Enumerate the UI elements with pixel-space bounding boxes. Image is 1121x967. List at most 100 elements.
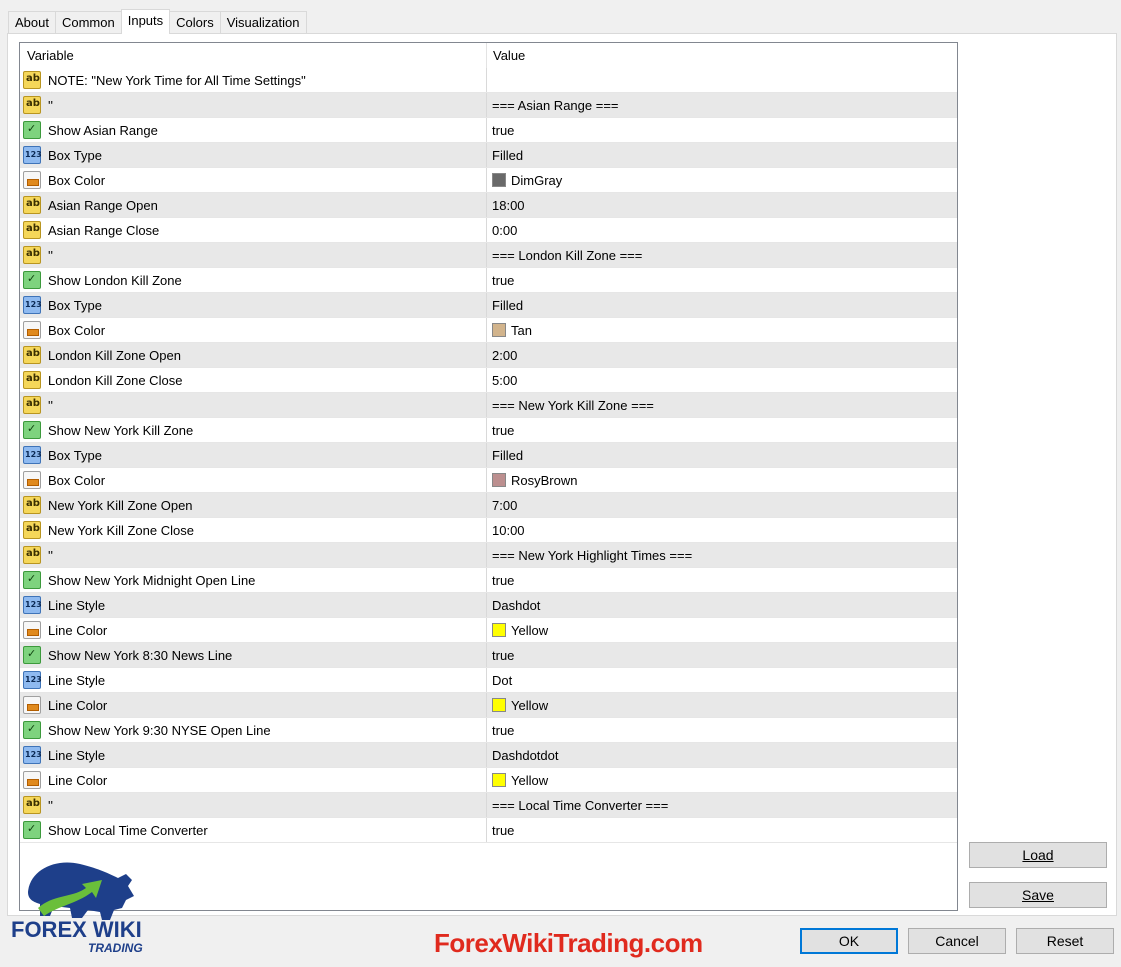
- table-row[interactable]: Box Color DimGray: [20, 168, 957, 193]
- table-row[interactable]: Show Asian Range true: [20, 118, 957, 143]
- table-row[interactable]: Line Color Yellow: [20, 693, 957, 718]
- table-row[interactable]: '' === New York Kill Zone ===: [20, 393, 957, 418]
- value-cell[interactable]: Filled: [487, 293, 957, 317]
- column-header-variable[interactable]: Variable: [20, 43, 487, 68]
- value-cell[interactable]: === Local Time Converter ===: [487, 793, 957, 817]
- value-cell[interactable]: Dashdot: [487, 593, 957, 617]
- table-row[interactable]: Box Color RosyBrown: [20, 468, 957, 493]
- variable-cell[interactable]: Line Color: [20, 768, 487, 792]
- variable-cell[interactable]: '': [20, 243, 487, 267]
- variable-cell[interactable]: Asian Range Close: [20, 218, 487, 242]
- table-row[interactable]: Show New York 8:30 News Line true: [20, 643, 957, 668]
- ok-button[interactable]: OK: [800, 928, 898, 954]
- tab-common[interactable]: Common: [54, 11, 122, 33]
- table-row[interactable]: Show London Kill Zone true: [20, 268, 957, 293]
- table-row[interactable]: London Kill Zone Close 5:00: [20, 368, 957, 393]
- variable-cell[interactable]: Box Type: [20, 293, 487, 317]
- table-row[interactable]: Line Color Yellow: [20, 768, 957, 793]
- variable-cell[interactable]: Show Local Time Converter: [20, 818, 487, 842]
- variable-cell[interactable]: Show New York Midnight Open Line: [20, 568, 487, 592]
- variable-cell[interactable]: Show London Kill Zone: [20, 268, 487, 292]
- variable-cell[interactable]: '': [20, 393, 487, 417]
- table-row[interactable]: Box Type Filled: [20, 443, 957, 468]
- value-cell[interactable]: Filled: [487, 143, 957, 167]
- table-row[interactable]: Line Color Yellow: [20, 618, 957, 643]
- table-row[interactable]: London Kill Zone Open 2:00: [20, 343, 957, 368]
- table-row[interactable]: Box Color Tan: [20, 318, 957, 343]
- value-cell[interactable]: true: [487, 268, 957, 292]
- value-cell[interactable]: true: [487, 643, 957, 667]
- table-row[interactable]: Show New York Kill Zone true: [20, 418, 957, 443]
- table-row[interactable]: Line Style Dot: [20, 668, 957, 693]
- value-cell[interactable]: Filled: [487, 443, 957, 467]
- value-cell[interactable]: true: [487, 568, 957, 592]
- variable-cell[interactable]: Line Style: [20, 743, 487, 767]
- value-cell[interactable]: 10:00: [487, 518, 957, 542]
- table-row[interactable]: '' === London Kill Zone ===: [20, 243, 957, 268]
- table-row[interactable]: NOTE: "New York Time for All Time Settin…: [20, 68, 957, 93]
- table-row[interactable]: '' === New York Highlight Times ===: [20, 543, 957, 568]
- value-cell[interactable]: RosyBrown: [487, 468, 957, 492]
- variable-cell[interactable]: Asian Range Open: [20, 193, 487, 217]
- variable-cell[interactable]: Box Type: [20, 443, 487, 467]
- variable-cell[interactable]: Line Style: [20, 593, 487, 617]
- value-cell[interactable]: true: [487, 118, 957, 142]
- value-cell[interactable]: true: [487, 818, 957, 842]
- variable-cell[interactable]: New York Kill Zone Open: [20, 493, 487, 517]
- variable-cell[interactable]: London Kill Zone Open: [20, 343, 487, 367]
- load-button[interactable]: Load: [969, 842, 1107, 868]
- value-cell[interactable]: 18:00: [487, 193, 957, 217]
- value-cell[interactable]: === New York Highlight Times ===: [487, 543, 957, 567]
- value-cell[interactable]: Dot: [487, 668, 957, 692]
- variable-cell[interactable]: Box Type: [20, 143, 487, 167]
- tab-colors[interactable]: Colors: [169, 11, 221, 33]
- value-cell[interactable]: === Asian Range ===: [487, 93, 957, 117]
- table-row[interactable]: New York Kill Zone Open 7:00: [20, 493, 957, 518]
- value-cell[interactable]: 5:00: [487, 368, 957, 392]
- table-row[interactable]: Box Type Filled: [20, 143, 957, 168]
- reset-button[interactable]: Reset: [1016, 928, 1114, 954]
- value-cell[interactable]: true: [487, 418, 957, 442]
- table-row[interactable]: Line Style Dashdot: [20, 593, 957, 618]
- cancel-button[interactable]: Cancel: [908, 928, 1006, 954]
- value-cell[interactable]: === London Kill Zone ===: [487, 243, 957, 267]
- save-button[interactable]: Save: [969, 882, 1107, 908]
- table-row[interactable]: Line Style Dashdotdot: [20, 743, 957, 768]
- table-row[interactable]: Show New York Midnight Open Line true: [20, 568, 957, 593]
- table-row[interactable]: Asian Range Open 18:00: [20, 193, 957, 218]
- variable-cell[interactable]: Show New York 8:30 News Line: [20, 643, 487, 667]
- value-cell[interactable]: Yellow: [487, 693, 957, 717]
- tab-about[interactable]: About: [8, 11, 56, 33]
- table-row[interactable]: Show Local Time Converter true: [20, 818, 957, 843]
- table-row[interactable]: Box Type Filled: [20, 293, 957, 318]
- variable-cell[interactable]: London Kill Zone Close: [20, 368, 487, 392]
- variable-cell[interactable]: '': [20, 543, 487, 567]
- tab-inputs[interactable]: Inputs: [120, 9, 171, 34]
- variable-cell[interactable]: Line Style: [20, 668, 487, 692]
- variable-cell[interactable]: Line Color: [20, 693, 487, 717]
- value-cell[interactable]: 0:00: [487, 218, 957, 242]
- variable-cell[interactable]: Show New York 9:30 NYSE Open Line: [20, 718, 487, 742]
- variable-cell[interactable]: Box Color: [20, 168, 487, 192]
- variable-cell[interactable]: Box Color: [20, 468, 487, 492]
- variable-cell[interactable]: Show New York Kill Zone: [20, 418, 487, 442]
- value-cell[interactable]: 2:00: [487, 343, 957, 367]
- variable-cell[interactable]: Line Color: [20, 618, 487, 642]
- column-header-value[interactable]: Value: [487, 43, 957, 68]
- value-cell[interactable]: 7:00: [487, 493, 957, 517]
- value-cell[interactable]: DimGray: [487, 168, 957, 192]
- table-row[interactable]: '' === Asian Range ===: [20, 93, 957, 118]
- variable-cell[interactable]: New York Kill Zone Close: [20, 518, 487, 542]
- variable-cell[interactable]: NOTE: "New York Time for All Time Settin…: [20, 68, 487, 92]
- value-cell[interactable]: Tan: [487, 318, 957, 342]
- value-cell[interactable]: Yellow: [487, 618, 957, 642]
- value-cell[interactable]: [487, 68, 957, 92]
- variable-cell[interactable]: Box Color: [20, 318, 487, 342]
- table-row[interactable]: Asian Range Close 0:00: [20, 218, 957, 243]
- table-row[interactable]: '' === Local Time Converter ===: [20, 793, 957, 818]
- value-cell[interactable]: === New York Kill Zone ===: [487, 393, 957, 417]
- variable-cell[interactable]: '': [20, 793, 487, 817]
- value-cell[interactable]: true: [487, 718, 957, 742]
- tab-visualization[interactable]: Visualization: [219, 11, 307, 33]
- value-cell[interactable]: Dashdotdot: [487, 743, 957, 767]
